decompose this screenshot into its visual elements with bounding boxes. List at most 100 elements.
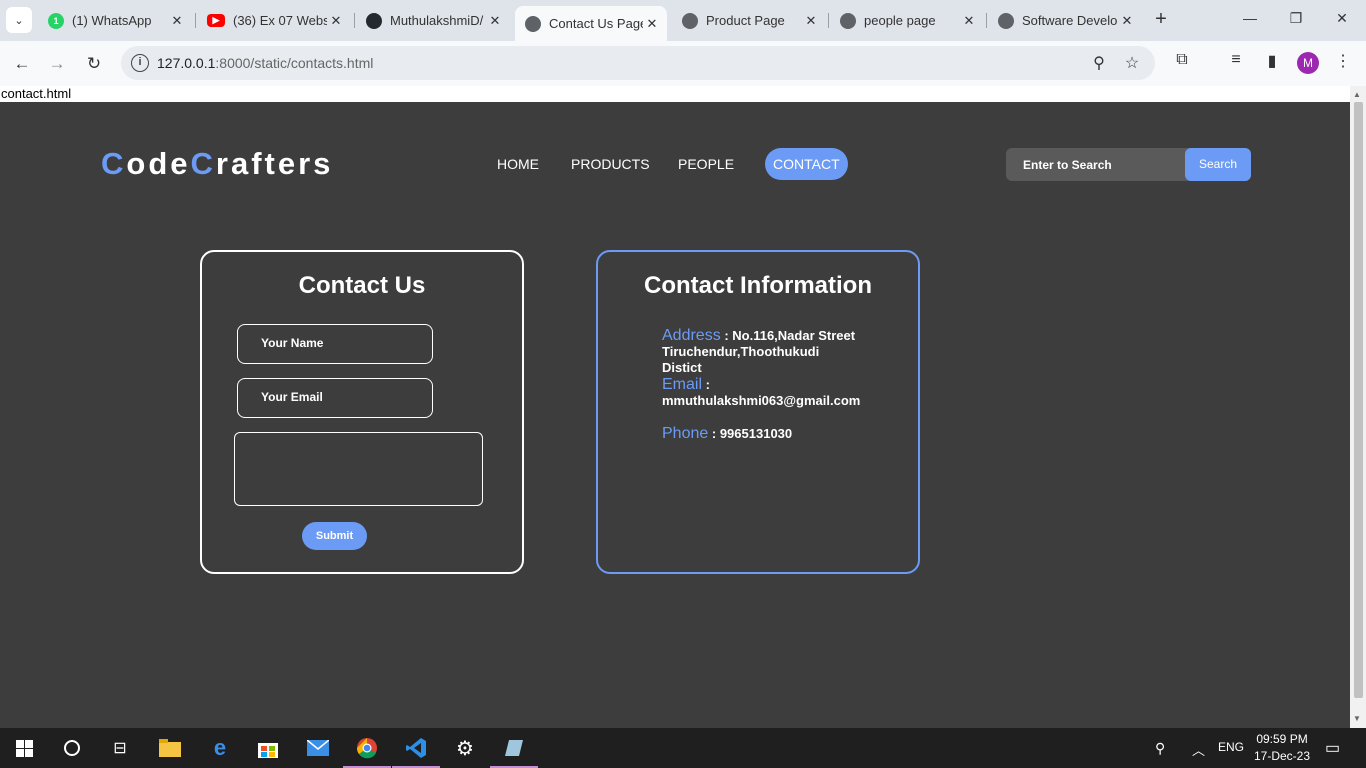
contact-info-title: Contact Information (644, 272, 872, 299)
close-window-icon[interactable]: ✕ (1332, 10, 1352, 27)
phone-separator: : (708, 426, 720, 441)
site-logo[interactable]: CodeCrafters (101, 146, 333, 182)
tab-separator (354, 13, 355, 28)
address-info: Address : No.116,Nadar Street Tiruchendu… (662, 328, 862, 376)
zoom-icon[interactable]: ⚲ (1089, 53, 1109, 73)
close-icon[interactable]: ✕ (168, 13, 186, 29)
forward-icon[interactable]: → (46, 53, 68, 75)
minimize-icon[interactable]: — (1240, 10, 1260, 26)
name-field[interactable]: Your Name (237, 324, 433, 364)
file-label: contact.html (0, 86, 1350, 102)
tab-separator (828, 13, 829, 28)
edge-icon[interactable]: e (208, 735, 232, 760)
tab-label: Product Page (706, 13, 785, 28)
windows-start-icon[interactable] (12, 736, 36, 760)
address-separator: : (720, 328, 733, 343)
address-bar[interactable]: i 127.0.0.1:8000/static/contacts.html ⚲ … (121, 46, 1155, 80)
site-info-icon[interactable]: i (131, 54, 149, 72)
media-control-icon[interactable]: ≡ (1225, 51, 1247, 69)
close-icon[interactable]: ✕ (802, 13, 820, 29)
message-textarea[interactable] (234, 432, 483, 506)
task-view-icon[interactable]: ⊟ (108, 736, 132, 760)
tab-contact-us[interactable]: Contact Us Page ✕ (515, 6, 667, 41)
email-info: Email : mmuthulakshmi063@gmail.com (662, 377, 862, 409)
mail-icon[interactable] (306, 736, 330, 760)
clock-date: 17-Dec-23 (1254, 749, 1311, 763)
nav-home[interactable]: HOME (489, 148, 547, 180)
submit-button[interactable]: Submit (302, 522, 367, 550)
tab-strip: ⌄ 1 (1) WhatsApp ✕ ▶ (36) Ex 07 Websi ✕ … (0, 0, 1366, 41)
logo-letter: C (190, 146, 216, 181)
url-path: :8000/static/contacts.html (215, 55, 374, 71)
phone-value: 9965131030 (719, 426, 793, 441)
tab-software[interactable]: Software Develo ✕ (988, 0, 1142, 41)
extensions-icon[interactable]: ⧉ (1171, 51, 1193, 69)
settings-gear-icon[interactable]: ⚙ (453, 736, 477, 760)
chrome-icon[interactable] (343, 736, 391, 768)
people-icon[interactable]: ⚲ (1155, 740, 1165, 757)
page-body: CodeCrafters HOME PRODUCTS PEOPLE CONTAC… (0, 102, 1350, 728)
close-icon[interactable]: ✕ (327, 13, 345, 29)
globe-icon (998, 12, 1014, 29)
close-icon[interactable]: ✕ (643, 16, 661, 32)
close-icon[interactable]: ✕ (960, 13, 978, 29)
tab-label: MuthulakshmiD/ (390, 13, 484, 28)
url-host: 127.0.0.1 (157, 55, 216, 71)
system-clock[interactable]: 09:59 PM 17-Dec-23 (1254, 731, 1310, 765)
tab-people[interactable]: people page ✕ (830, 0, 984, 41)
file-explorer-icon[interactable] (158, 736, 182, 760)
email-field[interactable]: Your Email (237, 378, 433, 418)
tab-youtube[interactable]: ▶ (36) Ex 07 Websi ✕ (197, 0, 351, 41)
scroll-up-icon[interactable]: ▲ (1353, 90, 1361, 99)
tab-github[interactable]: MuthulakshmiD/ ✕ (356, 0, 510, 41)
tab-label: Software Develo (1022, 13, 1118, 28)
address-label: Address (662, 327, 721, 344)
search-box: Enter to Search Search (1006, 148, 1251, 181)
tab-separator (986, 13, 987, 28)
phone-info: Phone : 9965131030 (662, 426, 862, 442)
logo-text: rafters (215, 146, 334, 181)
side-panel-icon[interactable]: ▮ (1261, 51, 1283, 71)
vscode-icon[interactable] (392, 736, 440, 768)
vertical-scrollbar[interactable]: ▲ ▼ (1350, 86, 1366, 728)
contact-form-title: Contact Us (298, 272, 426, 299)
search-input[interactable]: Enter to Search (1023, 158, 1112, 172)
tab-search-button[interactable]: ⌄ (6, 7, 32, 33)
globe-icon (525, 15, 541, 32)
profile-avatar[interactable]: M (1297, 52, 1319, 74)
restore-icon[interactable]: ❐ (1286, 10, 1306, 27)
scroll-thumb[interactable] (1354, 102, 1363, 698)
url-text[interactable]: 127.0.0.1:8000/static/contacts.html (157, 55, 373, 71)
close-icon[interactable]: ✕ (486, 13, 504, 29)
language-indicator[interactable]: ENG (1218, 740, 1244, 754)
nav-products[interactable]: PRODUCTS (563, 148, 658, 180)
email-label: Email (662, 376, 703, 393)
more-menu-icon[interactable]: ⋮ (1332, 51, 1354, 71)
new-tab-button[interactable]: + (1150, 9, 1172, 31)
notification-icon[interactable]: ▭ (1325, 738, 1340, 758)
search-button[interactable]: Search (1185, 148, 1251, 181)
logo-text: ode (126, 146, 191, 181)
tab-product[interactable]: Product Page ✕ (672, 0, 826, 41)
back-icon[interactable]: ← (11, 53, 33, 75)
notepad-icon[interactable] (490, 736, 538, 768)
tab-label: people page (864, 13, 936, 28)
store-icon[interactable] (256, 736, 280, 760)
nav-contact[interactable]: CONTACT (765, 148, 848, 180)
reload-icon[interactable]: ↻ (83, 53, 105, 75)
nav-people[interactable]: PEOPLE (670, 148, 742, 180)
tab-whatsapp[interactable]: 1 (1) WhatsApp ✕ (38, 0, 192, 41)
search-icon[interactable] (60, 736, 84, 760)
tab-separator (195, 13, 196, 28)
tab-label: (1) WhatsApp (72, 13, 152, 28)
bookmark-star-icon[interactable]: ☆ (1122, 53, 1142, 73)
phone-label: Phone (662, 425, 709, 442)
scroll-down-icon[interactable]: ▼ (1353, 714, 1361, 723)
browser-toolbar: ← → ↻ i 127.0.0.1:8000/static/contacts.h… (0, 41, 1366, 86)
youtube-icon: ▶ (207, 14, 225, 27)
close-icon[interactable]: ✕ (1118, 13, 1136, 29)
chevron-up-icon[interactable]: ︿ (1192, 740, 1205, 759)
contact-info-card: Contact Information Address : No.116,Nad… (596, 250, 920, 574)
whatsapp-icon: 1 (48, 12, 64, 29)
logo-letter: C (101, 146, 127, 181)
